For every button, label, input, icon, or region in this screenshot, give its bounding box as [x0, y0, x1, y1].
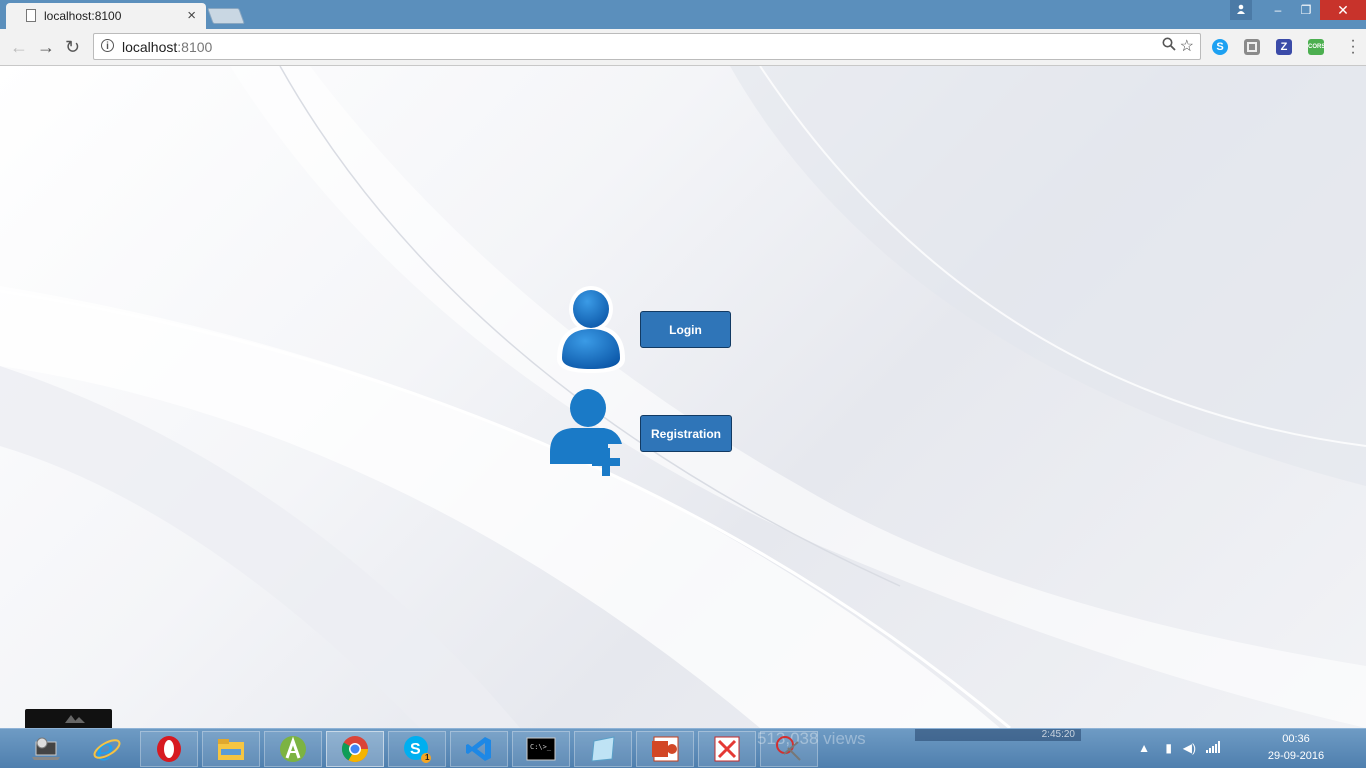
windows-taskbar: 513,038 views 2:45:20 e S 1 C:\>_ ▲ ▮ ◀)…	[0, 728, 1366, 768]
minimize-button[interactable]: –	[1264, 0, 1292, 20]
forward-button[interactable]: →	[37, 37, 55, 57]
snipping-tool-icon[interactable]	[760, 731, 818, 767]
settings-laptop-icon[interactable]	[18, 731, 76, 767]
window-controls: – ❐ ✕	[1230, 0, 1366, 20]
cors-extension-icon[interactable]: CORS	[1308, 39, 1325, 55]
show-hidden-icons-chevron-icon[interactable]: ▲	[1138, 741, 1150, 755]
chrome-icon[interactable]	[326, 731, 384, 767]
back-button[interactable]: ←	[10, 37, 28, 57]
new-tab-button[interactable]	[207, 8, 245, 24]
address-bar[interactable]: i localhost:8100 ☆	[93, 33, 1201, 60]
user-icon	[553, 285, 629, 380]
opera-icon[interactable]	[140, 731, 198, 767]
skype-badge: 1	[425, 753, 430, 762]
command-prompt-icon[interactable]: C:\>_	[512, 731, 570, 767]
notepad-icon[interactable]	[574, 731, 632, 767]
reload-button[interactable]: ↻	[65, 37, 80, 57]
visual-studio-code-icon[interactable]	[450, 731, 508, 767]
evernote-extension-icon[interactable]	[1244, 39, 1260, 55]
registration-button[interactable]: Registration	[640, 415, 732, 452]
url-host: localhost	[122, 39, 178, 55]
login-button[interactable]: Login	[640, 311, 731, 348]
profile-icon[interactable]	[1230, 0, 1252, 20]
browser-tab-active[interactable]: localhost:8100 ×	[6, 3, 206, 29]
clock-date[interactable]: 29-09-2016	[1266, 750, 1326, 762]
file-explorer-icon[interactable]	[202, 731, 260, 767]
svg-text:S: S	[410, 741, 421, 758]
restore-button[interactable]: ❐	[1292, 0, 1320, 20]
tab-title: localhost:8100	[44, 9, 122, 23]
add-user-icon	[546, 386, 632, 481]
clock-time[interactable]: 00:36	[1266, 733, 1326, 745]
browser-toolbar: ← → ↻ i localhost:8100 ☆ S Z CORS · · ·	[0, 29, 1366, 66]
svg-text:C:\>_: C:\>_	[530, 743, 552, 751]
page-favicon-icon	[26, 9, 36, 22]
background-video-duration: 2:45:20	[1041, 729, 1075, 740]
skype-extension-icon[interactable]: S	[1212, 39, 1228, 55]
page-content: Login Registration	[0, 66, 1366, 728]
close-window-button[interactable]: ✕	[1320, 0, 1366, 20]
browser-tab-strip: localhost:8100 × – ❐ ✕	[0, 0, 1366, 29]
android-studio-icon[interactable]	[264, 731, 322, 767]
tab-close-icon[interactable]: ×	[187, 7, 196, 24]
volume-icon[interactable]: ◀)	[1183, 741, 1196, 755]
zoom-icon[interactable]	[1162, 37, 1176, 55]
background-swooshes	[0, 66, 1366, 728]
xampp-icon[interactable]	[698, 731, 756, 767]
background-video-strip: 2:45:20	[915, 729, 1081, 741]
zotero-extension-icon[interactable]: Z	[1276, 39, 1292, 55]
internet-explorer-icon[interactable]: e	[78, 731, 136, 767]
site-info-icon[interactable]: i	[101, 39, 114, 52]
powerpoint-icon[interactable]	[636, 731, 694, 767]
bookmark-star-icon[interactable]: ☆	[1180, 36, 1194, 56]
chrome-menu-icon[interactable]: · · ·	[1350, 33, 1356, 61]
skype-icon[interactable]: S 1	[388, 731, 446, 767]
url-port: :8100	[177, 39, 213, 55]
url-text: localhost:8100	[122, 39, 212, 55]
battery-icon[interactable]: ▮	[1165, 741, 1172, 755]
network-signal-icon[interactable]	[1206, 741, 1220, 756]
